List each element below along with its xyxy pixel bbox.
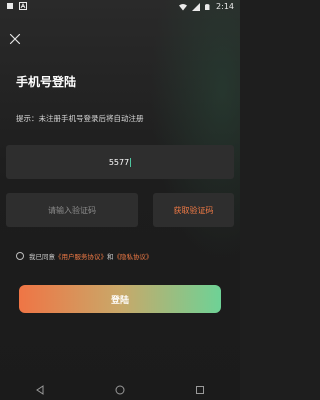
agreement-text: 我已同意《用户服务协议》和《隐私协议》	[29, 251, 153, 261]
back-icon[interactable]	[35, 385, 45, 395]
phone-input-value: 5577	[108, 157, 130, 167]
verification-code-input[interactable]: 请输入验证码	[6, 193, 138, 227]
home-icon[interactable]	[115, 385, 125, 395]
notification-a-icon	[19, 2, 27, 10]
status-time: 2:14	[216, 2, 234, 11]
battery-icon	[205, 3, 210, 10]
phone-input[interactable]: 5577	[6, 145, 234, 179]
notification-square-icon	[7, 3, 13, 9]
user-agreement-link[interactable]: 《用户服务协议》	[55, 253, 107, 261]
agreement-row: 我已同意《用户服务协议》和《隐私协议》	[16, 251, 153, 261]
login-screen: 2:14 手机号登陆 提示：未注册手机号登录后将自动注册 5577 请输入验证码…	[0, 0, 240, 400]
system-nav-bar	[0, 380, 240, 400]
recents-icon[interactable]	[195, 385, 205, 395]
register-hint: 提示：未注册手机号登录后将自动注册	[16, 114, 144, 123]
page-title: 手机号登陆	[16, 75, 77, 89]
login-button-label: 登陆	[110, 295, 129, 306]
verification-code-placeholder: 请输入验证码	[48, 205, 96, 215]
privacy-policy-link[interactable]: 《隐私协议》	[114, 253, 153, 261]
close-icon[interactable]	[9, 33, 21, 45]
text-caret	[130, 157, 132, 167]
status-bar: 2:14	[0, 0, 240, 14]
signal-icon	[192, 2, 201, 11]
status-left	[6, 2, 27, 10]
wifi-icon	[179, 3, 188, 10]
login-button[interactable]: 登陆	[19, 285, 221, 313]
status-right: 2:14	[179, 2, 234, 11]
agreement-radio[interactable]	[16, 252, 24, 260]
get-code-label: 获取验证码	[173, 205, 214, 215]
agreement-prefix: 我已同意	[29, 253, 55, 261]
get-code-button[interactable]: 获取验证码	[153, 193, 234, 227]
